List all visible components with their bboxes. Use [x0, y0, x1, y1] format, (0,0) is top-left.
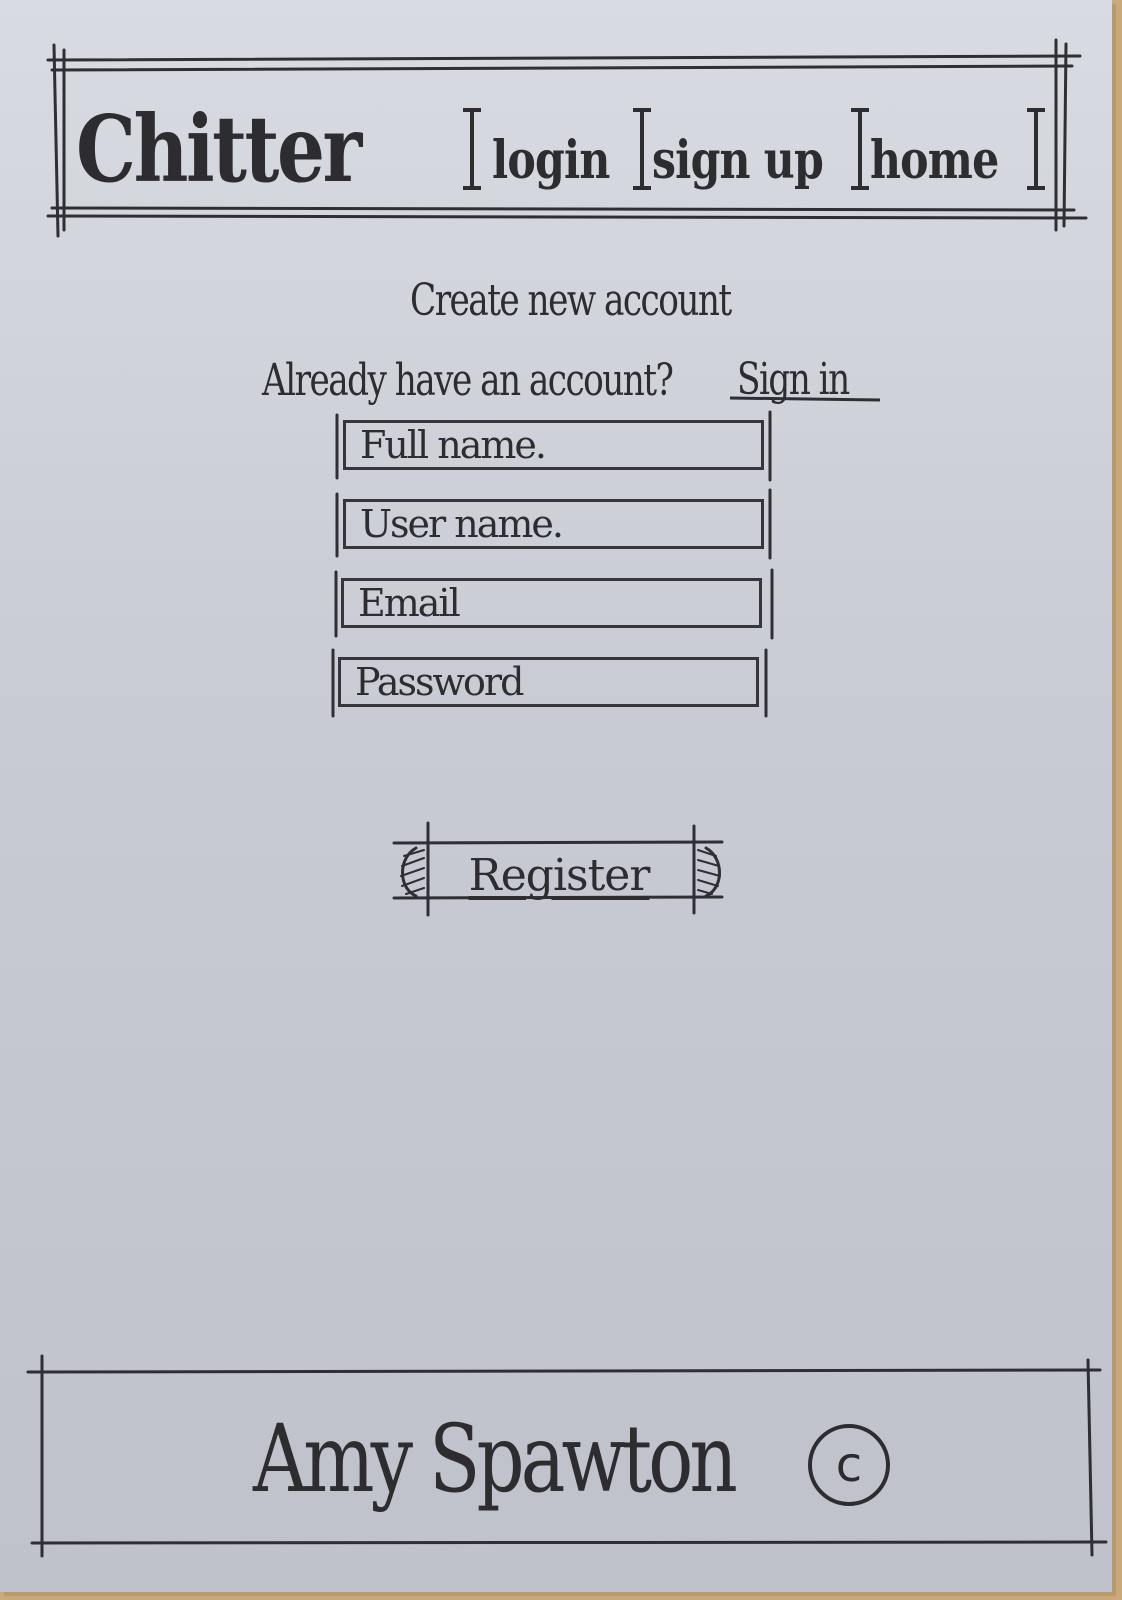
email-field[interactable]: [341, 578, 762, 628]
user-name-field[interactable]: [343, 499, 764, 549]
copyright-icon: c: [808, 1424, 890, 1506]
nav-signup-link[interactable]: sign up: [652, 130, 824, 191]
signin-link[interactable]: Sign in: [737, 354, 850, 405]
page-title: Create new account: [410, 275, 732, 326]
register-button[interactable]: Register: [420, 846, 698, 904]
footer-author: Amy Spawton: [253, 1405, 738, 1514]
nav-separator: [463, 108, 481, 190]
nav-separator: [1027, 108, 1045, 190]
password-field[interactable]: [338, 657, 759, 707]
signin-prompt: Already have an account?: [262, 355, 674, 406]
app-logo: Chitter: [76, 95, 362, 203]
nav-separator: [633, 108, 651, 190]
sketch-paper: Chitter login sign up home Create new ac…: [0, 0, 1112, 1592]
nav-login-link[interactable]: login: [492, 130, 610, 191]
full-name-field[interactable]: [343, 420, 764, 470]
nav-home-link[interactable]: home: [870, 130, 999, 191]
signin-underline: [729, 396, 881, 402]
sketch-lines: [26, 38, 1108, 1558]
nav-separator: [851, 108, 869, 190]
